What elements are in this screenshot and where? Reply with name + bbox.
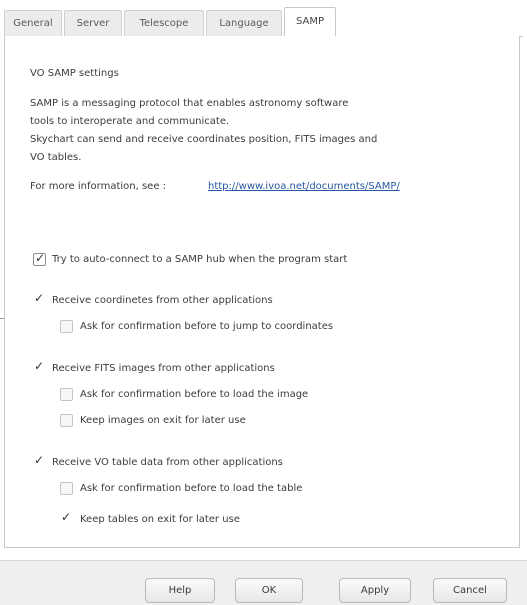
description-line-4: VO tables. [30,152,82,163]
keep-images-checkbox[interactable] [60,414,73,427]
confirm-table-checkbox[interactable] [60,482,73,495]
help-button[interactable]: Help [145,578,215,603]
confirm-jump-checkbox[interactable] [60,320,73,333]
tab-samp[interactable]: SAMP [284,7,336,37]
tab-bar: General Server Telescope Language SAMP [4,4,523,37]
page-title: VO SAMP settings [30,68,119,79]
description-line-3: Skychart can send and receive coordinate… [30,134,378,145]
checkmark-icon: ✓ [34,453,45,467]
checkmark-icon: ✓ [34,291,45,305]
keep-tables-label: Keep tables on exit for later use [80,514,240,525]
receive-vo-checkbox[interactable]: ✓ [33,453,46,469]
auto-connect-checkbox[interactable]: ✓ [33,251,46,266]
apply-button[interactable]: Apply [339,578,411,603]
button-bar: Help OK Apply Cancel [0,560,527,605]
keep-images-label: Keep images on exit for later use [80,415,246,426]
samp-settings-dialog: General Server Telescope Language SAMP V… [0,0,527,605]
checkmark-icon: ✓ [35,251,46,265]
description-line-1: SAMP is a messaging protocol that enable… [30,98,349,109]
tab-general[interactable]: General [4,10,62,36]
description-line-2: tools to interoperate and communicate. [30,116,230,127]
confirm-image-checkbox[interactable] [60,388,73,401]
tab-telescope[interactable]: Telescope [124,10,204,36]
checkmark-icon: ✓ [61,510,72,524]
tab-language[interactable]: Language [206,10,282,36]
samp-settings-panel [4,36,520,548]
checkmark-icon: ✓ [34,359,45,373]
more-info-label: For more information, see : [30,181,167,192]
receive-coordinates-checkbox[interactable]: ✓ [33,291,46,307]
cancel-button[interactable]: Cancel [433,578,507,603]
confirm-image-label: Ask for confirmation before to load the … [80,389,309,400]
samp-docs-link[interactable]: http://www.ivoa.net/documents/SAMP/ [208,181,400,192]
ok-button[interactable]: OK [235,578,303,603]
receive-fits-label: Receive FITS images from other applicati… [52,363,275,374]
receive-coordinates-label: Receive coordinetes from other applicati… [52,295,273,306]
keep-tables-checkbox[interactable]: ✓ [60,510,73,526]
auto-connect-label: Try to auto-connect to a SAMP hub when t… [52,254,348,265]
receive-fits-checkbox[interactable]: ✓ [33,359,46,375]
receive-vo-label: Receive VO table data from other applica… [52,457,283,468]
confirm-table-label: Ask for confirmation before to load the … [80,483,303,494]
confirm-jump-label: Ask for confirmation before to jump to c… [80,321,334,332]
edge-marker [0,318,4,319]
tab-server[interactable]: Server [64,10,122,36]
